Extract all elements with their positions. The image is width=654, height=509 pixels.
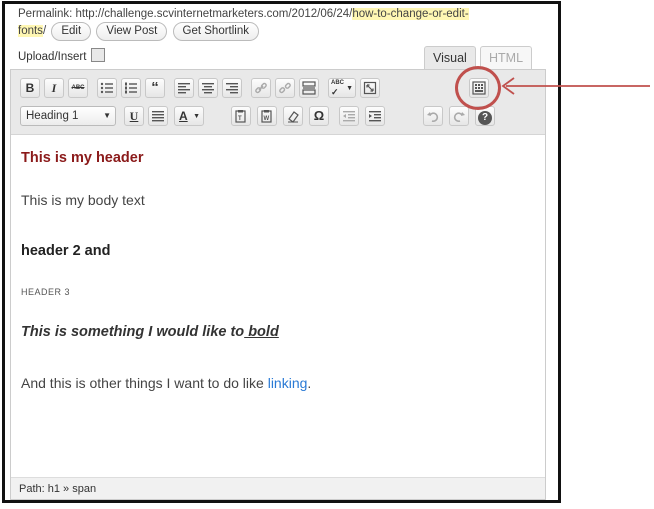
clear-formatting-icon[interactable] <box>283 106 303 126</box>
spellcheck-dropdown-icon[interactable]: ▼ <box>346 80 353 98</box>
spellcheck-text: ABC <box>331 80 344 86</box>
link-icon[interactable] <box>251 78 271 98</box>
align-right-icon[interactable] <box>222 78 242 98</box>
italic-icon[interactable]: I <box>44 78 64 98</box>
unlink-icon[interactable] <box>275 78 295 98</box>
body2-period: . <box>307 375 312 391</box>
content-body-text: This is my body text <box>21 192 145 208</box>
fullscreen-icon[interactable] <box>360 78 380 98</box>
permalink-slug-2[interactable]: fonts <box>18 25 43 37</box>
paste-text-icon[interactable]: T <box>231 106 251 126</box>
content-body-text-2: And this is other things I want to do li… <box>21 375 311 391</box>
special-char-icon[interactable]: Ω <box>309 106 329 126</box>
insert-more-icon[interactable] <box>299 78 319 98</box>
text-color-icon[interactable]: A ▼ <box>174 106 204 126</box>
redo-icon[interactable] <box>449 106 469 126</box>
numbered-list-icon[interactable] <box>121 78 141 98</box>
editor-content[interactable]: This is my header This is my body text h… <box>11 135 545 479</box>
permalink-row: Permalink: http://challenge.scvinternetm… <box>18 6 538 41</box>
help-glyph: ? <box>478 111 492 125</box>
paste-word-icon[interactable]: W <box>257 106 277 126</box>
chevron-down-icon: ▼ <box>103 111 111 120</box>
bold-icon[interactable]: B <box>20 78 40 98</box>
permalink-prefix: Permalink: http://challenge.scvinternetm… <box>18 8 353 20</box>
text-color-letter: A <box>179 109 188 123</box>
path-value: h1 » span <box>47 483 97 495</box>
permalink-suffix: / <box>42 25 47 37</box>
bold-italic-underlined: bold <box>244 324 279 340</box>
format-select-value: Heading 1 <box>26 110 79 122</box>
blockquote-icon[interactable]: “ <box>145 78 165 98</box>
view-post-button[interactable]: View Post <box>96 22 168 41</box>
outdent-icon[interactable] <box>339 106 359 126</box>
underline-icon[interactable]: U <box>124 106 144 126</box>
format-select[interactable]: Heading 1 ▼ <box>20 106 116 126</box>
spellcheck-icon[interactable]: ABC ✓ ▼ <box>328 78 356 98</box>
undo-icon[interactable] <box>423 106 443 126</box>
tab-html[interactable]: HTML <box>480 46 533 69</box>
permalink-slug-1[interactable]: how-to-change-or-edit- <box>352 8 469 20</box>
content-heading-3: HEADER 3 <box>21 287 71 297</box>
body2-text: And this is other things I want to do li… <box>21 375 268 391</box>
content-heading-1: This is my header <box>21 150 144 166</box>
svg-text:T: T <box>238 116 242 122</box>
text-color-dropdown-icon[interactable]: ▼ <box>193 108 200 126</box>
add-media-icon[interactable] <box>91 48 106 62</box>
svg-text:W: W <box>264 116 270 122</box>
bullet-list-icon[interactable] <box>97 78 117 98</box>
content-bold-italic: This is something I would like to bold <box>21 324 279 340</box>
upload-insert: Upload/Insert <box>18 48 106 63</box>
strikethrough-icon[interactable]: ABC <box>68 78 88 98</box>
check-mark-icon: ✓ <box>331 87 339 97</box>
get-shortlink-button[interactable]: Get Shortlink <box>172 22 259 41</box>
tab-visual[interactable]: Visual <box>424 46 476 69</box>
content-heading-2: header 2 and <box>21 243 111 259</box>
bold-italic-text: This is something I would like to <box>21 324 245 340</box>
align-left-icon[interactable] <box>174 78 194 98</box>
annotation-arrow-icon <box>501 77 650 95</box>
editor: B I ABC “ ABC ✓ ▼ Heading 1 ▼ U A ▼ T W … <box>10 69 546 500</box>
indent-icon[interactable] <box>365 106 385 126</box>
highlight-circle <box>455 66 501 110</box>
path-bar: Path: h1 » span <box>11 477 545 499</box>
align-center-icon[interactable] <box>198 78 218 98</box>
upload-insert-label: Upload/Insert <box>18 51 87 63</box>
path-label: Path: <box>19 483 45 495</box>
content-link[interactable]: linking <box>268 375 308 391</box>
justify-icon[interactable] <box>148 106 168 126</box>
edit-permalink-button[interactable]: Edit <box>51 22 92 41</box>
